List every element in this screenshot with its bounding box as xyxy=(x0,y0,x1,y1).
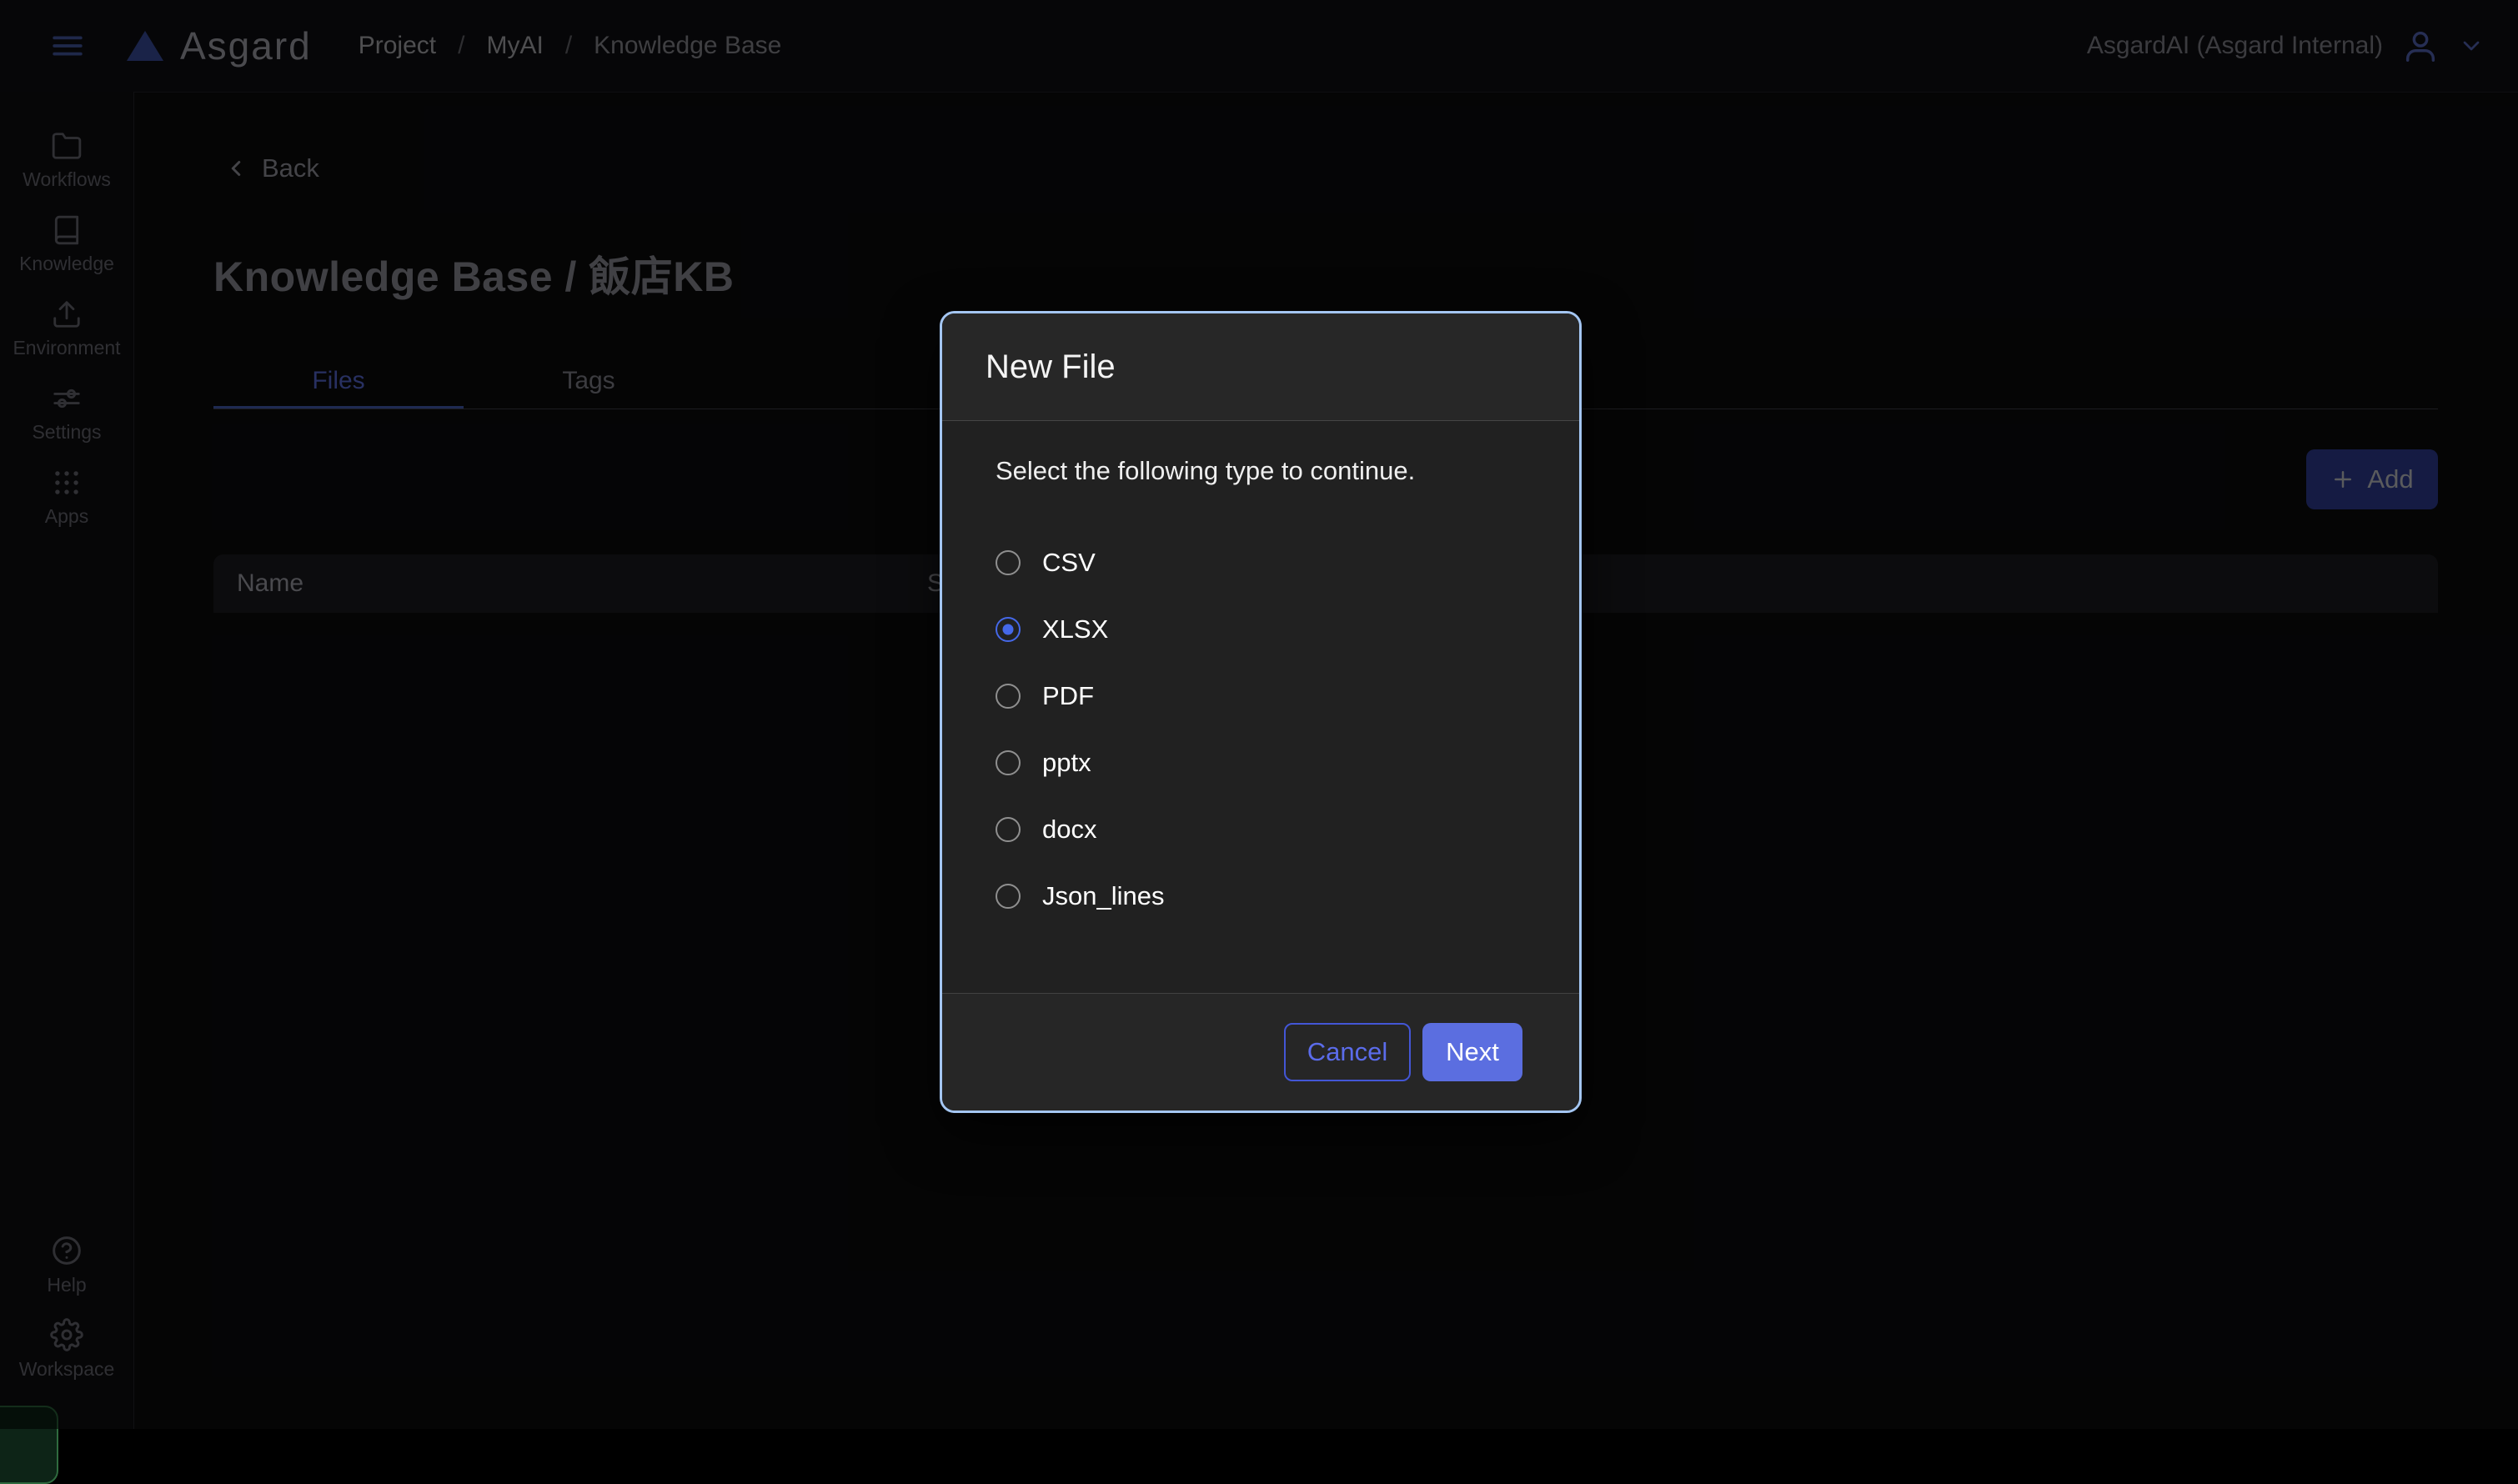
radio-icon[interactable] xyxy=(996,884,1021,909)
radio-option-pptx[interactable]: pptx xyxy=(996,729,1526,796)
radio-option-label: pptx xyxy=(1042,748,1091,778)
file-type-options: CSV XLSX PDF pptx docx Json_lines xyxy=(996,529,1526,930)
dialog-subtitle: Select the following type to continue. xyxy=(996,456,1526,486)
radio-option-json-lines[interactable]: Json_lines xyxy=(996,863,1526,930)
radio-option-label: CSV xyxy=(1042,548,1096,578)
radio-option-docx[interactable]: docx xyxy=(996,796,1526,863)
radio-option-label: Json_lines xyxy=(1042,881,1164,911)
radio-option-label: XLSX xyxy=(1042,614,1108,644)
dialog-header: New File xyxy=(942,313,1579,421)
new-file-dialog: New File Select the following type to co… xyxy=(940,311,1582,1113)
dialog-footer: Cancel Next xyxy=(942,993,1579,1110)
radio-option-label: docx xyxy=(1042,815,1096,845)
radio-icon[interactable] xyxy=(996,550,1021,575)
radio-icon[interactable] xyxy=(996,750,1021,775)
radio-icon[interactable] xyxy=(996,817,1021,842)
next-button[interactable]: Next xyxy=(1422,1023,1522,1081)
radio-option-label: PDF xyxy=(1042,681,1094,711)
radio-option-pdf[interactable]: PDF xyxy=(996,663,1526,729)
cancel-button[interactable]: Cancel xyxy=(1284,1023,1411,1081)
radio-option-csv[interactable]: CSV xyxy=(996,529,1526,596)
radio-option-xlsx[interactable]: XLSX xyxy=(996,596,1526,663)
radio-icon[interactable] xyxy=(996,684,1021,709)
radio-icon-selected[interactable] xyxy=(996,617,1021,642)
dialog-title: New File xyxy=(986,348,1116,386)
dialog-body: Select the following type to continue. C… xyxy=(942,421,1579,993)
